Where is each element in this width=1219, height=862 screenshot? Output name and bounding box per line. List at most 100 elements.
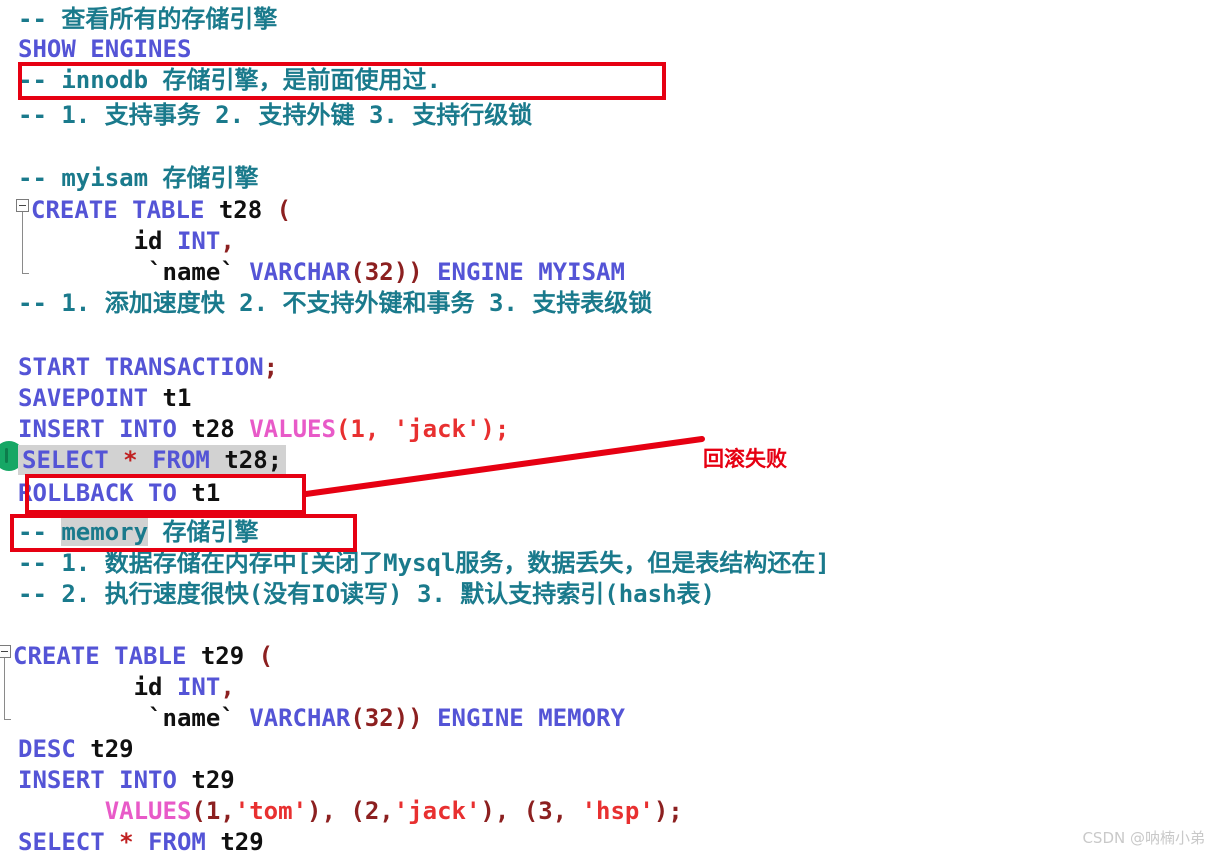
annotation-box-rollback	[25, 474, 306, 514]
values-sep-2: ), (3,	[480, 797, 582, 825]
table-name: t28	[218, 196, 263, 224]
code-line-14[interactable]: INSERT INTO t28 VALUES(1, 'jack');	[18, 414, 509, 444]
annotation-box-memory	[10, 514, 357, 552]
sql-code-editor[interactable]: -- 查看所有的存储引擎 SHOW ENGINES -- innodb 存储引擎…	[0, 0, 1219, 862]
keyword-table: TABLE	[132, 196, 205, 224]
code-fold-bracket-foot-t29	[4, 719, 11, 720]
comment-text: -- 1. 支持事务 2. 支持外键 3. 支持行级锁	[18, 101, 533, 129]
code-line-27[interactable]: SELECT * FROM t29	[18, 827, 264, 857]
code-line-18[interactable]: -- 1. 数据存储在内存中[关闭了Mysql服务，数据丢失，但是表结构还在]	[18, 548, 830, 578]
type-varchar: VARCHAR	[249, 704, 351, 732]
values-open: (1,	[191, 797, 235, 825]
code-line-4[interactable]: -- 1. 支持事务 2. 支持外键 3. 支持行级锁	[18, 100, 532, 130]
code-line-19[interactable]: -- 2. 执行速度很快(没有IO读写) 3. 默认支持索引(hash表)	[18, 579, 715, 609]
savepoint-name: t1	[162, 384, 192, 412]
table-name: t29	[191, 766, 235, 794]
type-varchar: VARCHAR	[249, 258, 351, 286]
column-id: id	[133, 673, 163, 701]
table-name: t28	[191, 415, 235, 443]
keyword-savepoint: SAVEPOINT	[18, 384, 149, 412]
keyword-from: FROM	[152, 446, 210, 474]
code-line-7[interactable]: CREATE TABLE t28 (	[31, 195, 291, 225]
table-name: t28;	[224, 446, 283, 474]
code-line-25[interactable]: INSERT INTO t29	[18, 765, 235, 795]
annotation-label-rollback-failed: 回滚失败	[703, 447, 787, 471]
keyword-insert: INSERT	[18, 766, 105, 794]
engine-memory: MEMORY	[538, 704, 625, 732]
keyword-show: SHOW	[18, 35, 76, 63]
type-int: INT	[176, 673, 221, 701]
code-line-24[interactable]: DESC t29	[18, 734, 134, 764]
select-star: *	[119, 828, 134, 856]
code-fold-toggle-t28[interactable]	[16, 199, 29, 212]
keyword-create: CREATE	[13, 642, 100, 670]
keyword-values: VALUES	[249, 415, 336, 443]
comma: ,	[220, 227, 235, 255]
keyword-engines: ENGINES	[90, 35, 192, 63]
string-tom: 'tom'	[234, 797, 308, 825]
code-line-21[interactable]: CREATE TABLE t29 (	[13, 641, 273, 671]
comment-text: -- 2. 执行速度很快(没有IO读写) 3. 默认支持索引(hash表)	[18, 580, 715, 608]
code-line-2[interactable]: SHOW ENGINES	[18, 34, 191, 64]
select-star: *	[123, 446, 138, 474]
keyword-desc: DESC	[18, 735, 76, 763]
type-int: INT	[176, 227, 221, 255]
keyword-select: SELECT	[18, 828, 105, 856]
code-line-1[interactable]: -- 查看所有的存储引擎	[18, 4, 277, 34]
code-line-23[interactable]: `name` VARCHAR(32)) ENGINE MEMORY	[18, 703, 625, 733]
string-hsp: 'hsp'	[581, 797, 654, 825]
table-name: t29	[220, 828, 264, 856]
watermark-csdn: CSDN @呐楠小弟	[1082, 829, 1205, 847]
keyword-insert: INSERT	[18, 415, 105, 443]
code-line-8[interactable]: id INT,	[18, 226, 235, 256]
values-sep-1: ), (2,	[307, 797, 394, 825]
paren: (	[258, 642, 274, 670]
annotation-box-innodb	[18, 62, 666, 100]
code-line-26[interactable]: VALUES(1,'tom'), (2,'jack'), (3, 'hsp');	[18, 796, 683, 826]
string-jack: 'jack'	[393, 797, 481, 825]
values-tuple: (1, 'jack');	[335, 415, 510, 443]
code-line-13[interactable]: SAVEPOINT t1	[18, 383, 191, 413]
keyword-values: VALUES	[104, 797, 192, 825]
varchar-size: (32))	[350, 704, 423, 732]
code-line-15[interactable]: SELECT * FROM t28;	[18, 445, 287, 475]
comment-text: -- 1. 添加速度快 2. 不支持外键和事务 3. 支持表级锁	[18, 289, 653, 317]
editor-gutter[interactable]	[0, 0, 18, 862]
column-name: `name`	[148, 258, 235, 286]
keyword-table: TABLE	[114, 642, 187, 670]
code-line-6[interactable]: -- myisam 存储引擎	[18, 163, 259, 193]
code-fold-toggle-t29[interactable]	[0, 645, 11, 658]
keyword-start: START	[18, 353, 91, 381]
code-line-22[interactable]: id INT,	[18, 672, 235, 702]
varchar-size: (32))	[350, 258, 423, 286]
column-name-id	[18, 227, 134, 255]
keyword-into: INTO	[119, 766, 177, 794]
column-name: `name`	[148, 704, 235, 732]
table-name: t29	[200, 642, 245, 670]
code-line-10[interactable]: -- 1. 添加速度快 2. 不支持外键和事务 3. 支持表级锁	[18, 288, 652, 318]
table-name: t29	[90, 735, 134, 763]
engine-myisam: MYISAM	[538, 258, 625, 286]
semicolon: ;	[263, 353, 279, 381]
keyword-create: CREATE	[31, 196, 118, 224]
keyword-from: FROM	[148, 828, 206, 856]
keyword-engine: ENGINE	[437, 704, 524, 732]
comma: ,	[220, 673, 235, 701]
code-line-9[interactable]: `name` VARCHAR(32)) ENGINE MYISAM	[18, 257, 625, 287]
comment-text: -- myisam 存储引擎	[18, 164, 259, 192]
keyword-into: INTO	[119, 415, 177, 443]
code-line-12[interactable]: START TRANSACTION;	[18, 352, 278, 382]
paren: (	[276, 196, 292, 224]
keyword-engine: ENGINE	[437, 258, 524, 286]
code-fold-bracket-t29	[4, 658, 5, 720]
keyword-transaction: TRANSACTION	[104, 353, 264, 381]
column-id: id	[133, 227, 163, 255]
values-close: );	[653, 797, 683, 825]
comment-text: -- 查看所有的存储引擎	[18, 5, 278, 33]
comment-text: -- 1. 数据存储在内存中[关闭了Mysql服务，数据丢失，但是表结构还在]	[18, 549, 830, 577]
keyword-select: SELECT	[22, 446, 109, 474]
